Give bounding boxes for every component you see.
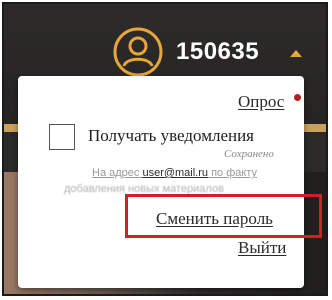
user-avatar-icon[interactable] [112, 26, 164, 78]
email-prefix: На адрес [92, 167, 143, 179]
notifications-label[interactable]: Получать уведомления [88, 126, 254, 146]
email-suffix: по факту [208, 167, 257, 179]
email-info: На адрес user@mail.ru по факту [92, 167, 257, 179]
email-address: user@mail.ru [142, 167, 209, 179]
notifications-checkbox[interactable] [49, 124, 75, 150]
caret-up-icon[interactable] [290, 50, 302, 57]
logout-link[interactable]: Выйти [238, 238, 286, 258]
screenshot-frame: 150635 Опрос Получать уведомления Сохран… [2, 2, 328, 296]
highlight-box [125, 194, 322, 238]
poll-link[interactable]: Опрос [238, 92, 284, 112]
saved-status: Сохранено [224, 148, 274, 160]
notification-dot-icon [294, 94, 301, 101]
user-id[interactable]: 150635 [176, 38, 259, 66]
user-dropdown-panel: Опрос Получать уведомления Сохранено На … [18, 76, 304, 288]
